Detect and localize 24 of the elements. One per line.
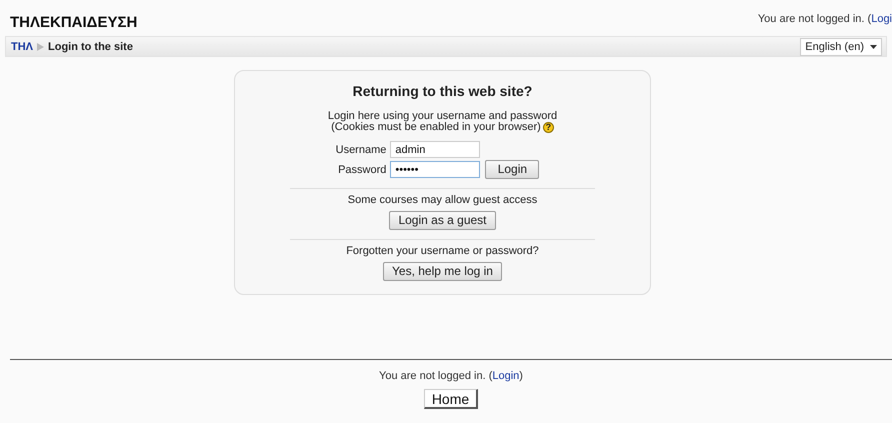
breadcrumb-separator-icon <box>37 42 44 50</box>
login-button[interactable]: Login <box>485 160 540 179</box>
field-label: Username <box>336 144 386 156</box>
login-link[interactable]: Logi <box>871 13 892 25</box>
help-icon[interactable]: ? <box>542 122 554 133</box>
site-name: ΤΗΛΕΚΠΑΙΔΕΥΣΗ <box>10 14 138 31</box>
forgotten-password-text: Forgotten your username or password? <box>345 245 540 257</box>
login-status-text: You are not logged in. (Login) <box>378 370 524 382</box>
login-status-text: You are not logged in. (Logi <box>758 13 892 25</box>
caret-icon <box>870 44 877 48</box>
input-field[interactable]: •••••• <box>390 161 480 178</box>
input-field[interactable]: admin <box>390 141 480 158</box>
breadcrumb-link[interactable]: ΤΗΛ <box>11 40 33 52</box>
guest-login-button[interactable]: Login as a guest <box>389 211 496 230</box>
login-heading: Returning to this web site? <box>352 83 534 99</box>
language-dropdown[interactable]: English (en) <box>800 38 882 56</box>
password-help-button[interactable]: Yes, help me log in <box>383 262 502 281</box>
login-link[interactable]: Login <box>492 370 520 382</box>
guest-access-text: Some courses may allow guest access <box>346 194 538 206</box>
home-button[interactable]: Home <box>424 389 478 409</box>
field-label: Password <box>337 164 386 176</box>
login-instructions-text: Login here using your username and password <box>328 111 558 122</box>
login-instructions-text: (Cookies must be enabled in your browser) <box>331 122 541 133</box>
breadcrumb-current: Login to the site <box>48 40 133 52</box>
